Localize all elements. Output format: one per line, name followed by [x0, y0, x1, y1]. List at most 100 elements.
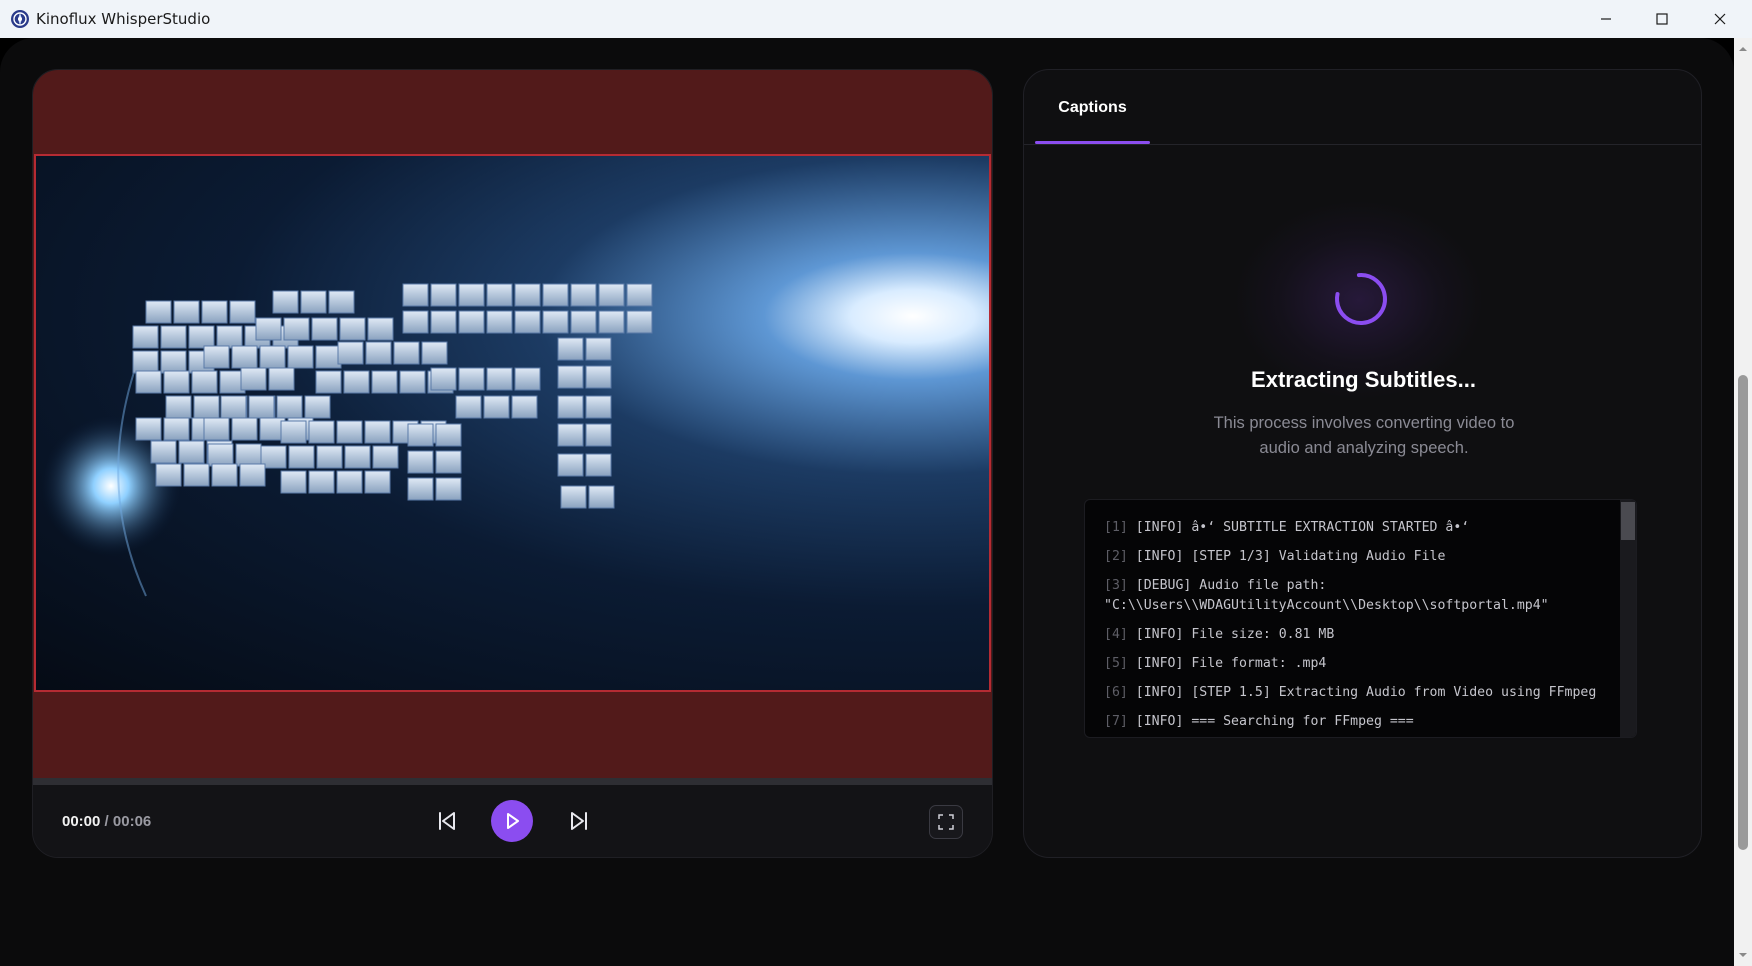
- video-cube: [311, 317, 338, 341]
- video-cube: [304, 395, 331, 419]
- video-cube: [188, 325, 215, 349]
- video-cube: [407, 477, 434, 501]
- video-cube: [598, 310, 625, 334]
- video-cube: [315, 345, 342, 369]
- loading-spinner-icon: [1335, 273, 1387, 325]
- log-scrollbar[interactable]: [1620, 500, 1636, 737]
- video-cube: [514, 283, 541, 307]
- video-cube: [367, 317, 394, 341]
- video-cube: [458, 367, 485, 391]
- video-cube: [407, 423, 434, 447]
- tab-active-indicator: [1035, 141, 1150, 144]
- video-cube: [486, 310, 513, 334]
- video-cube: [588, 485, 615, 509]
- log-line: [3] [DEBUG] Audio file path: "C:\\Users\…: [1104, 576, 1614, 616]
- video-cube: [165, 395, 192, 419]
- kinoflux-logo-icon: [10, 9, 30, 29]
- video-cube: [514, 367, 541, 391]
- video-cube: [201, 300, 228, 324]
- log-line-text: [INFO] [STEP 1/3] Validating Audio File: [1135, 549, 1446, 564]
- video-cube: [421, 341, 448, 365]
- video-cube: [514, 310, 541, 334]
- fullscreen-icon: [938, 814, 954, 830]
- video-cube: [163, 417, 190, 441]
- video-cube: [276, 395, 303, 419]
- video-cube: [402, 310, 429, 334]
- fullscreen-button[interactable]: [929, 805, 963, 839]
- tab-captions[interactable]: Captions: [1035, 70, 1150, 145]
- minimize-button[interactable]: [1577, 0, 1635, 38]
- video-cube: [542, 283, 569, 307]
- video-cube: [542, 310, 569, 334]
- video-cube: [402, 283, 429, 307]
- log-line-number: [6]: [1104, 685, 1128, 700]
- video-cube: [150, 440, 177, 464]
- video-cube: [343, 370, 370, 394]
- video-cube: [365, 341, 392, 365]
- log-line-text: [INFO] === Searching for FFmpeg ===: [1135, 714, 1414, 729]
- video-cube: [393, 341, 420, 365]
- video-cube: [486, 283, 513, 307]
- skip-back-icon: [439, 812, 455, 830]
- video-cube: [132, 325, 159, 349]
- log-line-text: [INFO] [STEP 1.5] Extracting Audio from …: [1135, 685, 1597, 700]
- video-progress-bar[interactable]: [33, 778, 992, 785]
- log-line-text: [INFO] File size: 0.81 MB: [1135, 627, 1335, 642]
- extraction-log[interactable]: [1] [INFO] â•‘ SUBTITLE EXTRACTION START…: [1084, 499, 1637, 738]
- video-cube: [240, 367, 267, 391]
- video-cube: [399, 370, 426, 394]
- previous-button[interactable]: [431, 805, 463, 837]
- video-cube: [585, 337, 612, 361]
- video-cube: [339, 317, 366, 341]
- video-cube: [229, 300, 256, 324]
- video-cube: [220, 395, 247, 419]
- play-icon: [507, 813, 519, 829]
- video-cube: [163, 370, 190, 394]
- log-line-number: [2]: [1104, 549, 1128, 564]
- video-cube: [268, 367, 295, 391]
- video-cube: [272, 290, 299, 314]
- minimize-icon: [1601, 18, 1611, 20]
- video-still-soft-cubes: [41, 283, 653, 597]
- maximize-icon: [1656, 13, 1668, 25]
- skip-forward-icon: [571, 812, 587, 830]
- log-scroll-thumb[interactable]: [1621, 502, 1635, 540]
- video-cube: [337, 341, 364, 365]
- maximize-button[interactable]: [1633, 0, 1691, 38]
- video-cube: [455, 395, 482, 419]
- video-cube: [308, 420, 335, 444]
- video-cube: [280, 470, 307, 494]
- video-cube: [191, 370, 218, 394]
- video-cube: [557, 365, 584, 389]
- video-cube: [458, 310, 485, 334]
- video-cube: [435, 477, 462, 501]
- status-title: Extracting Subtitles...: [1251, 367, 1476, 392]
- window-scroll-thumb[interactable]: [1738, 375, 1748, 850]
- video-cube: [155, 463, 182, 487]
- video-cube: [364, 420, 391, 444]
- close-button[interactable]: [1691, 0, 1749, 38]
- log-line: [4] [INFO] File size: 0.81 MB: [1104, 625, 1614, 645]
- video-cube: [483, 395, 510, 419]
- video-cube: [207, 443, 234, 467]
- scroll-up-icon[interactable]: [1737, 44, 1749, 54]
- video-cube: [255, 317, 282, 341]
- video-cube: [231, 417, 258, 441]
- next-button[interactable]: [563, 805, 595, 837]
- captions-tabbar: Captions: [1024, 70, 1701, 145]
- scroll-down-icon[interactable]: [1737, 950, 1749, 960]
- status-description: This process involves converting video t…: [1213, 414, 1515, 457]
- video-cube: [280, 420, 307, 444]
- video-cube: [203, 417, 230, 441]
- captions-panel: Captions Extracting Subtitles... This pr…: [1023, 69, 1702, 858]
- video-cube: [511, 395, 538, 419]
- log-line: [7] [INFO] === Searching for FFmpeg ===: [1104, 712, 1614, 732]
- video-cube: [585, 395, 612, 419]
- video-cube: [203, 345, 230, 369]
- video-frame-image[interactable]: [34, 154, 991, 692]
- video-cube: [135, 370, 162, 394]
- play-button[interactable]: [491, 800, 533, 842]
- video-cube: [328, 290, 355, 314]
- video-cube: [239, 463, 266, 487]
- video-cube: [135, 417, 162, 441]
